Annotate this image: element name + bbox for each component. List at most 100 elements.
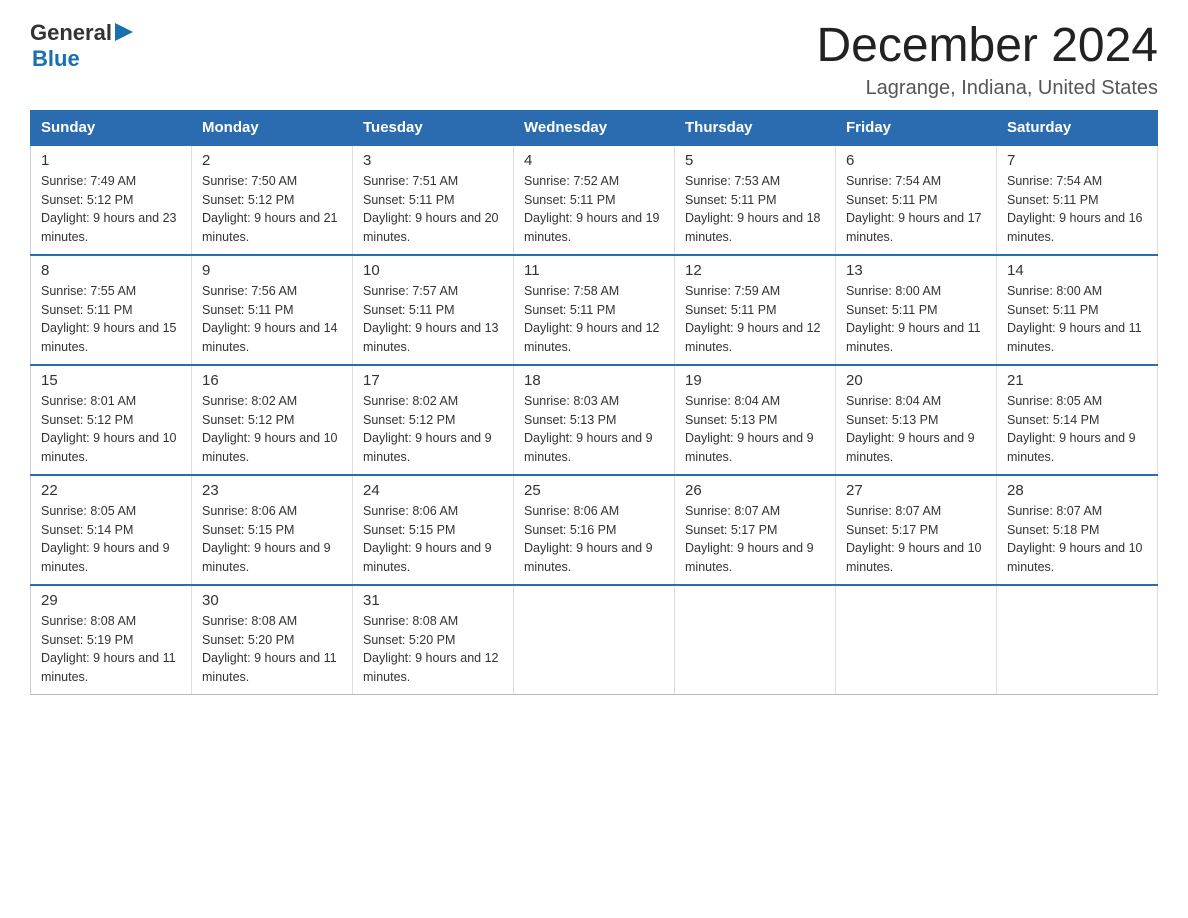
calendar-cell: 29 Sunrise: 8:08 AMSunset: 5:19 PMDaylig… <box>31 585 192 695</box>
day-info: Sunrise: 8:02 AMSunset: 5:12 PMDaylight:… <box>202 392 342 467</box>
col-header-saturday: Saturday <box>997 110 1158 145</box>
day-info: Sunrise: 8:06 AMSunset: 5:15 PMDaylight:… <box>363 502 503 577</box>
calendar-cell: 12 Sunrise: 7:59 AMSunset: 5:11 PMDaylig… <box>675 255 836 365</box>
day-number: 19 <box>685 372 825 389</box>
col-header-tuesday: Tuesday <box>353 110 514 145</box>
calendar-cell: 4 Sunrise: 7:52 AMSunset: 5:11 PMDayligh… <box>514 145 675 255</box>
day-info: Sunrise: 8:07 AMSunset: 5:18 PMDaylight:… <box>1007 502 1147 577</box>
day-number: 23 <box>202 482 342 499</box>
location: Lagrange, Indiana, United States <box>816 77 1158 100</box>
day-number: 3 <box>363 152 503 169</box>
col-header-monday: Monday <box>192 110 353 145</box>
day-info: Sunrise: 7:56 AMSunset: 5:11 PMDaylight:… <box>202 282 342 357</box>
title-block: December 2024 Lagrange, Indiana, United … <box>816 20 1158 100</box>
day-info: Sunrise: 8:07 AMSunset: 5:17 PMDaylight:… <box>846 502 986 577</box>
day-info: Sunrise: 8:03 AMSunset: 5:13 PMDaylight:… <box>524 392 664 467</box>
calendar-cell: 15 Sunrise: 8:01 AMSunset: 5:12 PMDaylig… <box>31 365 192 475</box>
col-header-sunday: Sunday <box>31 110 192 145</box>
day-number: 8 <box>41 262 181 279</box>
calendar-cell: 17 Sunrise: 8:02 AMSunset: 5:12 PMDaylig… <box>353 365 514 475</box>
calendar-cell: 18 Sunrise: 8:03 AMSunset: 5:13 PMDaylig… <box>514 365 675 475</box>
day-info: Sunrise: 7:50 AMSunset: 5:12 PMDaylight:… <box>202 172 342 247</box>
day-info: Sunrise: 7:51 AMSunset: 5:11 PMDaylight:… <box>363 172 503 247</box>
calendar-cell: 9 Sunrise: 7:56 AMSunset: 5:11 PMDayligh… <box>192 255 353 365</box>
calendar-week-row: 15 Sunrise: 8:01 AMSunset: 5:12 PMDaylig… <box>31 365 1158 475</box>
page-header: General Blue December 2024 Lagrange, Ind… <box>30 20 1158 100</box>
calendar-cell: 14 Sunrise: 8:00 AMSunset: 5:11 PMDaylig… <box>997 255 1158 365</box>
day-number: 2 <box>202 152 342 169</box>
day-number: 29 <box>41 592 181 609</box>
day-info: Sunrise: 8:01 AMSunset: 5:12 PMDaylight:… <box>41 392 181 467</box>
calendar-cell: 6 Sunrise: 7:54 AMSunset: 5:11 PMDayligh… <box>836 145 997 255</box>
calendar-cell: 24 Sunrise: 8:06 AMSunset: 5:15 PMDaylig… <box>353 475 514 585</box>
day-info: Sunrise: 7:54 AMSunset: 5:11 PMDaylight:… <box>846 172 986 247</box>
day-info: Sunrise: 8:04 AMSunset: 5:13 PMDaylight:… <box>685 392 825 467</box>
day-number: 21 <box>1007 372 1147 389</box>
day-number: 14 <box>1007 262 1147 279</box>
day-info: Sunrise: 8:05 AMSunset: 5:14 PMDaylight:… <box>41 502 181 577</box>
day-number: 13 <box>846 262 986 279</box>
day-info: Sunrise: 7:52 AMSunset: 5:11 PMDaylight:… <box>524 172 664 247</box>
day-info: Sunrise: 7:59 AMSunset: 5:11 PMDaylight:… <box>685 282 825 357</box>
day-info: Sunrise: 8:06 AMSunset: 5:15 PMDaylight:… <box>202 502 342 577</box>
day-number: 10 <box>363 262 503 279</box>
calendar-cell: 19 Sunrise: 8:04 AMSunset: 5:13 PMDaylig… <box>675 365 836 475</box>
calendar-cell <box>514 585 675 695</box>
day-number: 24 <box>363 482 503 499</box>
calendar-cell: 22 Sunrise: 8:05 AMSunset: 5:14 PMDaylig… <box>31 475 192 585</box>
col-header-thursday: Thursday <box>675 110 836 145</box>
day-info: Sunrise: 8:07 AMSunset: 5:17 PMDaylight:… <box>685 502 825 577</box>
day-number: 4 <box>524 152 664 169</box>
day-number: 6 <box>846 152 986 169</box>
calendar-cell: 10 Sunrise: 7:57 AMSunset: 5:11 PMDaylig… <box>353 255 514 365</box>
day-number: 5 <box>685 152 825 169</box>
day-number: 12 <box>685 262 825 279</box>
day-info: Sunrise: 8:08 AMSunset: 5:19 PMDaylight:… <box>41 612 181 687</box>
day-number: 11 <box>524 262 664 279</box>
day-number: 22 <box>41 482 181 499</box>
day-info: Sunrise: 7:57 AMSunset: 5:11 PMDaylight:… <box>363 282 503 357</box>
logo-triangle-icon <box>115 23 133 46</box>
calendar-cell <box>997 585 1158 695</box>
col-header-friday: Friday <box>836 110 997 145</box>
day-info: Sunrise: 7:54 AMSunset: 5:11 PMDaylight:… <box>1007 172 1147 247</box>
logo-general: General <box>30 20 112 46</box>
calendar-week-row: 8 Sunrise: 7:55 AMSunset: 5:11 PMDayligh… <box>31 255 1158 365</box>
day-info: Sunrise: 7:53 AMSunset: 5:11 PMDaylight:… <box>685 172 825 247</box>
calendar-cell: 16 Sunrise: 8:02 AMSunset: 5:12 PMDaylig… <box>192 365 353 475</box>
calendar-cell <box>836 585 997 695</box>
day-info: Sunrise: 8:06 AMSunset: 5:16 PMDaylight:… <box>524 502 664 577</box>
day-number: 7 <box>1007 152 1147 169</box>
calendar-cell: 26 Sunrise: 8:07 AMSunset: 5:17 PMDaylig… <box>675 475 836 585</box>
day-info: Sunrise: 8:08 AMSunset: 5:20 PMDaylight:… <box>202 612 342 687</box>
calendar-cell: 8 Sunrise: 7:55 AMSunset: 5:11 PMDayligh… <box>31 255 192 365</box>
day-info: Sunrise: 8:08 AMSunset: 5:20 PMDaylight:… <box>363 612 503 687</box>
day-info: Sunrise: 8:05 AMSunset: 5:14 PMDaylight:… <box>1007 392 1147 467</box>
col-header-wednesday: Wednesday <box>514 110 675 145</box>
calendar-cell: 21 Sunrise: 8:05 AMSunset: 5:14 PMDaylig… <box>997 365 1158 475</box>
day-number: 16 <box>202 372 342 389</box>
day-info: Sunrise: 8:00 AMSunset: 5:11 PMDaylight:… <box>1007 282 1147 357</box>
day-info: Sunrise: 8:04 AMSunset: 5:13 PMDaylight:… <box>846 392 986 467</box>
logo-blue: Blue <box>32 46 80 71</box>
day-info: Sunrise: 7:55 AMSunset: 5:11 PMDaylight:… <box>41 282 181 357</box>
day-number: 25 <box>524 482 664 499</box>
day-number: 18 <box>524 372 664 389</box>
calendar-week-row: 22 Sunrise: 8:05 AMSunset: 5:14 PMDaylig… <box>31 475 1158 585</box>
calendar-cell: 7 Sunrise: 7:54 AMSunset: 5:11 PMDayligh… <box>997 145 1158 255</box>
calendar-cell: 1 Sunrise: 7:49 AMSunset: 5:12 PMDayligh… <box>31 145 192 255</box>
month-title: December 2024 <box>816 20 1158 73</box>
calendar-week-row: 29 Sunrise: 8:08 AMSunset: 5:19 PMDaylig… <box>31 585 1158 695</box>
calendar-cell: 13 Sunrise: 8:00 AMSunset: 5:11 PMDaylig… <box>836 255 997 365</box>
calendar-cell: 30 Sunrise: 8:08 AMSunset: 5:20 PMDaylig… <box>192 585 353 695</box>
calendar-cell: 25 Sunrise: 8:06 AMSunset: 5:16 PMDaylig… <box>514 475 675 585</box>
day-number: 17 <box>363 372 503 389</box>
calendar-cell: 27 Sunrise: 8:07 AMSunset: 5:17 PMDaylig… <box>836 475 997 585</box>
calendar-cell: 2 Sunrise: 7:50 AMSunset: 5:12 PMDayligh… <box>192 145 353 255</box>
calendar-table: SundayMondayTuesdayWednesdayThursdayFrid… <box>30 110 1158 696</box>
day-info: Sunrise: 7:58 AMSunset: 5:11 PMDaylight:… <box>524 282 664 357</box>
calendar-cell: 23 Sunrise: 8:06 AMSunset: 5:15 PMDaylig… <box>192 475 353 585</box>
calendar-cell: 31 Sunrise: 8:08 AMSunset: 5:20 PMDaylig… <box>353 585 514 695</box>
calendar-week-row: 1 Sunrise: 7:49 AMSunset: 5:12 PMDayligh… <box>31 145 1158 255</box>
calendar-cell: 3 Sunrise: 7:51 AMSunset: 5:11 PMDayligh… <box>353 145 514 255</box>
